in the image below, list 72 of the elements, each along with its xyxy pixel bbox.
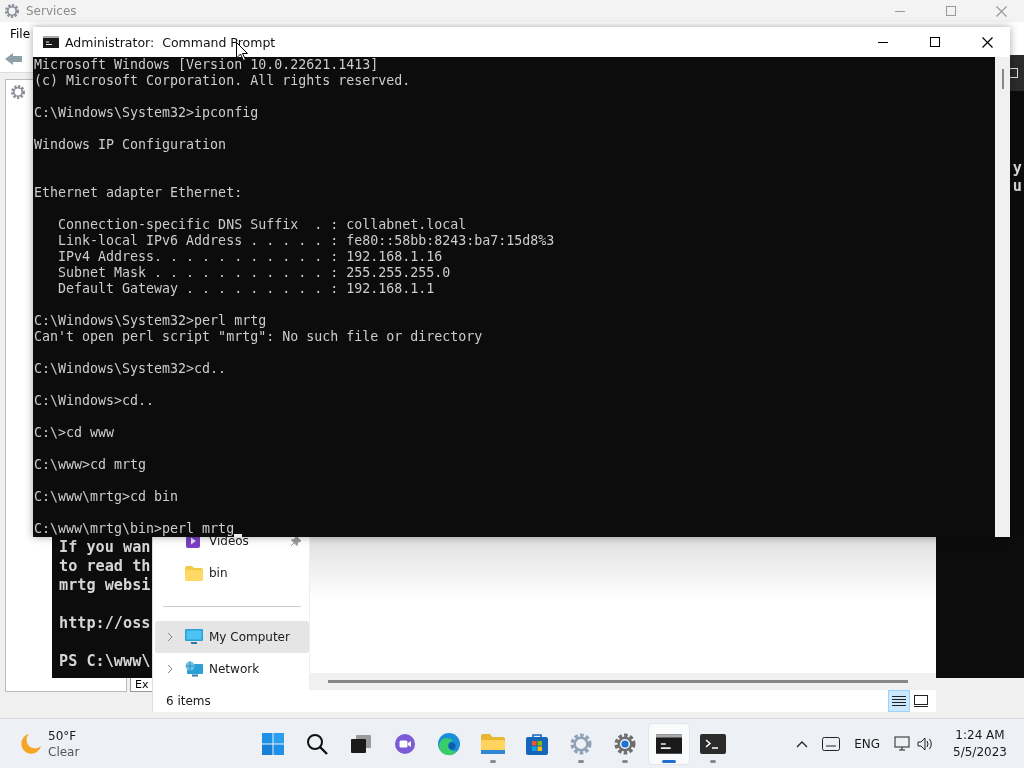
vertical-scrollbar[interactable] [995, 57, 1010, 537]
menu-item[interactable]: File [4, 27, 37, 41]
task-view-icon [351, 734, 371, 753]
console-line: C:\Windows\System32>cd.. [34, 361, 227, 376]
tiles-view-icon [914, 695, 928, 707]
chevron-icon[interactable] [167, 632, 173, 642]
temperature[interactable]: 50°F [48, 727, 80, 744]
computer-icon [185, 629, 203, 645]
edge-browser-icon [437, 731, 461, 756]
console-line: to read th [59, 557, 151, 575]
tab[interactable]: Ex [130, 678, 154, 692]
console-line: PS C:\www\ [59, 652, 151, 670]
maximize-icon [945, 6, 956, 16]
pin-icon [291, 536, 301, 546]
maximize-icon [930, 37, 940, 47]
console-line: C:\www>cd mrtg [34, 457, 147, 472]
console-line: C:\Windows>cd.. [34, 393, 155, 408]
console-line: mrtg websi [59, 576, 151, 594]
taskbar-app-button[interactable] [649, 723, 689, 764]
console-line: Ethernet adapter Ethernet: [34, 184, 243, 201]
console-line: Link-local IPv6 Address . . . . . : fe80::58bb:8243:ba7:15d8%3 [57, 233, 555, 248]
console-line: http://oss [59, 614, 151, 632]
gear-icon [10, 84, 26, 100]
details-view-button[interactable] [888, 690, 910, 712]
console-line: C:\Windows\System32>ipconfig [34, 105, 259, 120]
search-icon [306, 732, 328, 755]
weather-condition[interactable]: Clear [48, 743, 80, 760]
horizontal-scrollbar[interactable] [310, 673, 936, 690]
gear-icon [569, 731, 593, 756]
nav-item[interactable]: Network [155, 653, 309, 685]
console-line: Subnet Mask . . . . . . . . . . . : 255.255.255.0 [57, 265, 451, 280]
console-line: C:\www\mrtg\bin>perl mrtg [34, 521, 235, 536]
window-title: Administrator: Command Prompt [65, 34, 277, 50]
console-line: If you wan [59, 538, 151, 556]
console-line: Windows IP Configuration [34, 137, 227, 152]
nav-item[interactable]: My Computer [155, 621, 309, 653]
store-icon [526, 732, 548, 755]
close-icon [981, 36, 993, 48]
language-indicator[interactable]: ENG [854, 736, 880, 751]
close-icon [996, 5, 1007, 17]
console-line: C:\>cd www [34, 425, 115, 440]
console-text: u [1012, 177, 1022, 195]
console-line: IPv4 Address. . . . . . . . . . . : 192.168.1.16 [57, 249, 443, 264]
back-arrow-icon[interactable] [4, 51, 24, 67]
chevron-icon[interactable] [167, 664, 173, 674]
gear-icon [4, 3, 20, 19]
console-line: C:\Windows\System32>perl mrtg [34, 313, 267, 328]
network-volume-icon[interactable] [894, 734, 934, 753]
nav-item[interactable]: bin [155, 557, 309, 589]
details-view-icon [892, 695, 906, 707]
clock-date[interactable]: 5/5/2023 [953, 743, 1007, 761]
console-line: Default Gateway . . . . . . . . . : 192.168.1.1 [57, 281, 435, 296]
folder-icon [185, 565, 203, 581]
folder-icon [481, 733, 505, 754]
status-text: 6 items [166, 694, 212, 708]
console-line: C:\www\mrtg>cd bin [34, 489, 179, 504]
command-prompt-icon [43, 36, 59, 48]
console-line: (c) Microsoft Corporation. All rights reserved. [34, 73, 411, 88]
console-line: Connection-specific DNS Suffix . : collabnet.local [57, 217, 467, 232]
settings-icon [613, 731, 637, 756]
window-title: Services [26, 4, 78, 18]
terminal-icon [700, 733, 726, 754]
command-prompt-icon [656, 733, 682, 754]
chat-icon [394, 732, 416, 755]
chevron-up-icon[interactable] [796, 739, 809, 748]
network-icon [185, 661, 203, 677]
console-text: y [1012, 159, 1022, 177]
clock-time[interactable]: 1:24 AM [955, 726, 1005, 744]
start-icon [261, 731, 285, 756]
console-line: Can't open perl script "mrtg": No such file or directory [34, 329, 483, 344]
console-line: Microsoft Windows [Version 10.0.22621.1413] [34, 57, 379, 72]
tablet-icon[interactable] [822, 736, 841, 751]
